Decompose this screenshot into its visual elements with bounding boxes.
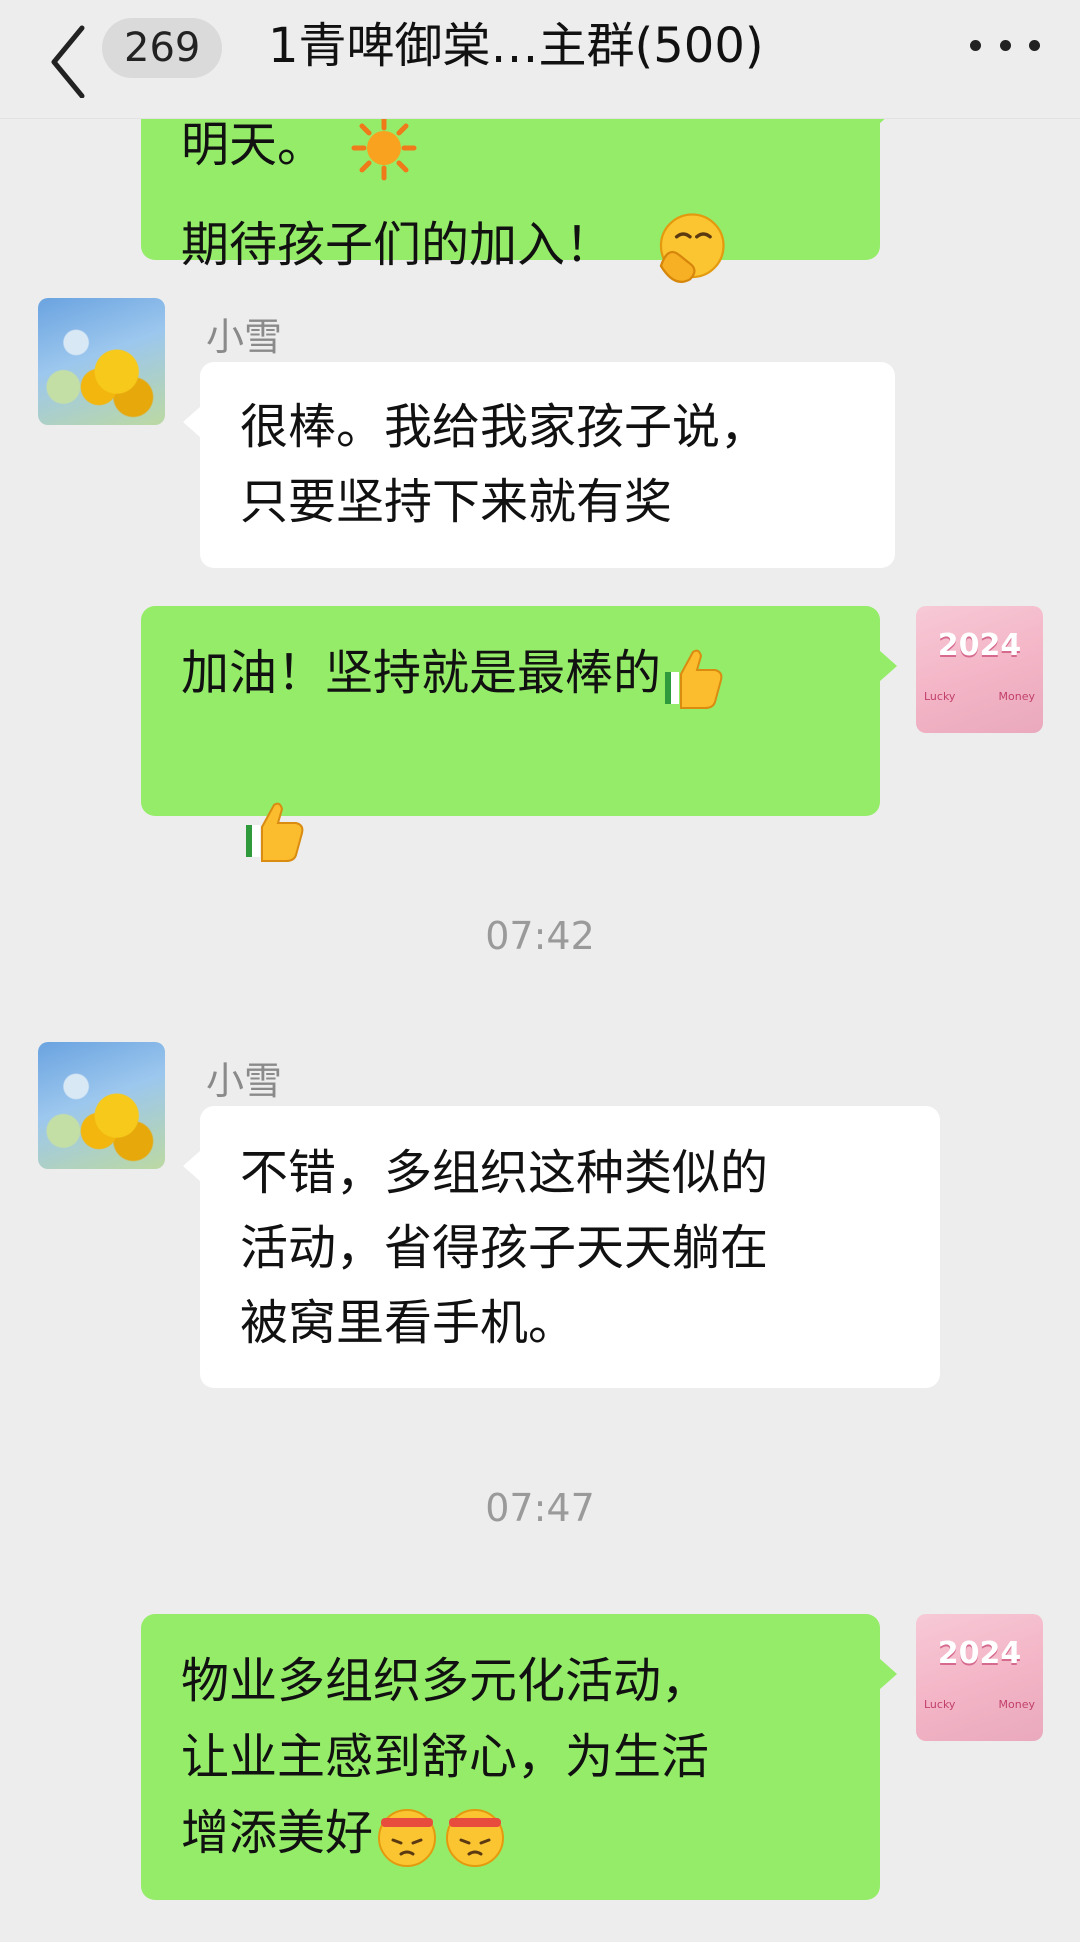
message-text: 增添美好 xyxy=(181,1805,374,1861)
sender-name: 小雪 xyxy=(206,1059,283,1103)
avatar-year-text: 2024 xyxy=(937,1636,1022,1671)
avatar-right-text: Money xyxy=(998,690,1035,703)
avatar-xiaoxue[interactable] xyxy=(38,1042,165,1169)
message-bubble-other[interactable]: 不错，多组织这种类似的 活动，省得孩子天天躺在 被窝里看手机。 xyxy=(183,1106,940,1388)
hand-over-mouth-emoji xyxy=(659,213,725,283)
unread-count-badge[interactable]: 269 xyxy=(102,18,223,78)
sun-emoji xyxy=(351,115,417,181)
thumbs-up-emoji xyxy=(246,802,304,862)
more-dots-icon xyxy=(970,39,981,51)
more-options-button[interactable] xyxy=(970,20,1040,70)
determined-headband-emoji xyxy=(446,1809,505,1867)
avatar-right-text: Money xyxy=(998,1698,1035,1711)
message-bubble-other[interactable]: 很棒。我给我家孩子说， 只要坚持下来就有奖 xyxy=(183,362,895,568)
message-text: 期待孩子们的加入！ xyxy=(181,217,614,273)
determined-headband-emoji xyxy=(378,1809,437,1867)
timestamp: 07:47 xyxy=(485,1486,595,1530)
message-bubble-self[interactable]: 物业多组织多元化活动， 让业主感到舒心，为生活 增添美好 xyxy=(141,1614,897,1900)
avatar-year-text: 2024 xyxy=(937,628,1022,663)
message-bubble-self[interactable]: 加油！坚持就是最棒的 xyxy=(141,606,897,862)
avatar-self[interactable]: 2024 Lucky Money xyxy=(916,1614,1043,1741)
message-text: 明天。 xyxy=(181,117,326,173)
avatar-left-text: Lucky xyxy=(924,1698,956,1711)
message-text: 让业主感到舒心，为生活 xyxy=(181,1729,710,1785)
sender-name: 小雪 xyxy=(206,315,283,359)
chat-title: 1青啤御棠…主群(500) xyxy=(268,18,764,74)
avatar-left-text: Lucky xyxy=(924,690,956,703)
back-button[interactable] xyxy=(44,18,94,99)
message-text: 物业多组织多元化活动， xyxy=(181,1653,710,1709)
chat-header: 269 1青啤御棠…主群(500) xyxy=(0,0,1080,119)
avatar-self[interactable]: 2024 Lucky Money xyxy=(916,606,1043,733)
avatar-xiaoxue[interactable] xyxy=(38,298,165,425)
message-text: 加油！坚持就是最棒的 xyxy=(181,645,662,701)
timestamp: 07:42 xyxy=(485,914,595,958)
chevron-left-icon xyxy=(51,25,85,99)
thumbs-up-emoji xyxy=(665,649,723,709)
